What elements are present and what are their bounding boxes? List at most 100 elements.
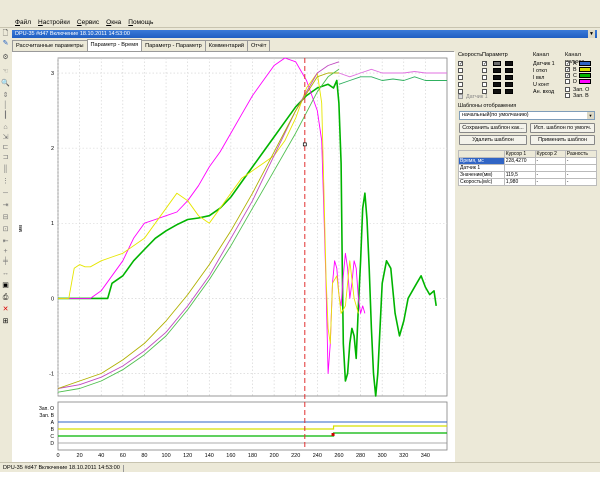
tool-icon[interactable]: ║ — [1, 166, 10, 174]
tool-icon[interactable]: ─ — [1, 190, 10, 198]
tool-icon[interactable]: ╪ — [1, 258, 10, 266]
zap-checkbox[interactable] — [565, 87, 570, 92]
tool-icon[interactable]: ⊐ — [1, 154, 10, 162]
table-cell[interactable] — [564, 164, 598, 172]
select-icon[interactable]: ▣ — [1, 282, 10, 290]
y-tick-label: -1 — [49, 371, 54, 377]
apply-template-button[interactable]: Применить шаблон — [530, 135, 595, 145]
pole-color-swatch[interactable] — [579, 61, 591, 66]
speed-checkbox[interactable] — [458, 68, 463, 73]
table-cell[interactable]: - — [564, 171, 598, 179]
tool-icon[interactable]: ⊏ — [1, 144, 10, 152]
open-icon[interactable]: ✎ — [1, 40, 10, 48]
speed-checkbox[interactable] — [458, 75, 463, 80]
table-row[interactable]: Время, мс 228,4270- - — [458, 157, 598, 165]
x-tick-label: 80 — [141, 453, 147, 459]
tool-icon[interactable]: ┃ — [1, 112, 10, 120]
table-cell[interactable]: - — [534, 157, 566, 165]
pole-checkbox[interactable]: ✓ — [565, 61, 570, 67]
pole-color-swatch[interactable] — [579, 73, 591, 78]
table-cell[interactable]: - — [564, 178, 598, 186]
table-cell[interactable]: Скорость(м/с) — [458, 178, 505, 186]
channel-color-swatch[interactable] — [505, 75, 513, 80]
tab-report[interactable]: Отчёт — [246, 40, 271, 51]
save-template-button[interactable]: Сохранить шаблон как... — [459, 123, 527, 133]
sensor-checkbox[interactable] — [458, 94, 463, 99]
menu-windows[interactable]: Окна — [106, 18, 121, 27]
tool-icon[interactable]: ⊟ — [1, 214, 10, 222]
use-default-template-button[interactable]: Исп. шаблон по умолч. — [530, 123, 595, 133]
table-row[interactable]: Датчик 1 — [458, 164, 598, 172]
channel-color-swatch[interactable] — [505, 89, 513, 94]
table-cell[interactable]: - — [534, 171, 566, 179]
channel-color-swatch[interactable] — [493, 89, 501, 94]
speed-checkbox[interactable]: ✓ — [458, 61, 463, 67]
menu-file[interactable]: Файл — [15, 18, 31, 27]
table-header-cell: Курсор 2 — [534, 150, 566, 158]
channel-color-swatch[interactable] — [493, 68, 501, 73]
table-cell[interactable]: 228,4270 — [503, 157, 536, 165]
pole-checkbox[interactable]: ✓ — [565, 73, 570, 79]
close-icon[interactable]: ✕ — [1, 306, 10, 314]
pole-color-swatch[interactable] — [579, 67, 591, 72]
table-cell[interactable]: 119,5 — [503, 171, 536, 179]
tab-comment[interactable]: Комментарий — [204, 40, 248, 51]
zoom-icon[interactable]: 🔍 — [1, 80, 10, 88]
table-cell[interactable] — [534, 164, 566, 172]
table-cell[interactable]: Значение(мм) — [458, 171, 505, 179]
table-row[interactable]: Скорость(м/с) 1,980- - — [458, 178, 598, 186]
x-tick-label: 300 — [378, 453, 387, 459]
settings-icon[interactable]: ⚙ — [1, 54, 10, 62]
table-row[interactable]: Значение(мм) 119,5- - — [458, 171, 598, 179]
channel-color-swatch[interactable] — [505, 68, 513, 73]
table-cell[interactable]: Датчик 1 — [458, 164, 505, 172]
tab-param-param[interactable]: Параметр - Параметр — [141, 40, 206, 51]
new-document-icon[interactable]: 🗋 — [1, 30, 10, 38]
param-checkbox[interactable] — [482, 75, 487, 80]
pole-color-swatch[interactable] — [579, 79, 591, 84]
export-icon[interactable]: ⊞ — [1, 318, 10, 326]
print-icon[interactable]: ⎙ — [1, 294, 10, 302]
chevron-down-icon[interactable]: ▼ — [588, 30, 595, 38]
tool-icon[interactable]: ⇲ — [1, 134, 10, 142]
tool-icon[interactable]: ⇤ — [1, 238, 10, 246]
y-axis-label: мм — [18, 225, 24, 232]
delete-template-button[interactable]: Удалить шаблон — [459, 135, 527, 145]
table-header-cell — [458, 150, 505, 158]
tool-icon[interactable]: ⇥ — [1, 202, 10, 210]
menu-help[interactable]: Помощь — [128, 18, 153, 27]
menu-settings[interactable]: Настройки — [38, 18, 70, 27]
chart-svg[interactable]: 0 20 40 60 80 100 120 140 160 180 200 220 240 260 280 3… — [12, 52, 455, 462]
tool-icon[interactable]: ↔ — [1, 270, 10, 278]
table-cell[interactable]: Время, мс — [458, 157, 505, 165]
channel-color-swatch[interactable] — [493, 61, 501, 66]
tool-icon[interactable]: ⇕ — [1, 92, 10, 100]
pole-checkbox[interactable] — [565, 79, 570, 84]
tool-icon[interactable]: ⊡ — [1, 226, 10, 234]
menu-service[interactable]: Сервис — [77, 18, 99, 27]
pole-checkbox[interactable]: ✓ — [565, 67, 570, 73]
channel-color-swatch[interactable] — [505, 82, 513, 87]
channel-label: I вкл — [533, 74, 545, 81]
tool-icon[interactable]: │ — [1, 102, 10, 110]
table-cell[interactable] — [503, 164, 536, 172]
table-cell[interactable]: - — [564, 157, 598, 165]
hand-icon[interactable]: ☜ — [1, 68, 10, 76]
tool-icon[interactable]: + — [1, 248, 10, 256]
param-checkbox[interactable] — [482, 82, 487, 87]
param-checkbox[interactable] — [482, 68, 487, 73]
tab-calculated-params[interactable]: Рассчитанные параметры — [12, 40, 88, 51]
tool-icon[interactable]: ⌂ — [1, 124, 10, 132]
channel-color-swatch[interactable] — [493, 82, 501, 87]
tab-param-time[interactable]: Параметр - Время — [86, 39, 143, 51]
param-checkbox[interactable]: ✓ — [482, 61, 487, 67]
channel-color-swatch[interactable] — [493, 75, 501, 80]
channel-color-swatch[interactable] — [505, 61, 513, 66]
tool-icon[interactable]: ⋮ — [1, 178, 10, 186]
zap-checkbox[interactable] — [565, 93, 570, 98]
table-cell[interactable]: - — [534, 178, 566, 186]
chart-area[interactable]: 0 20 40 60 80 100 120 140 160 180 200 220 240 260 280 3… — [12, 52, 455, 462]
table-cell[interactable]: 1,980 — [503, 178, 536, 186]
speed-checkbox[interactable] — [458, 82, 463, 87]
template-select[interactable]: начальный(по умолчанию) ▼ — [459, 111, 595, 120]
